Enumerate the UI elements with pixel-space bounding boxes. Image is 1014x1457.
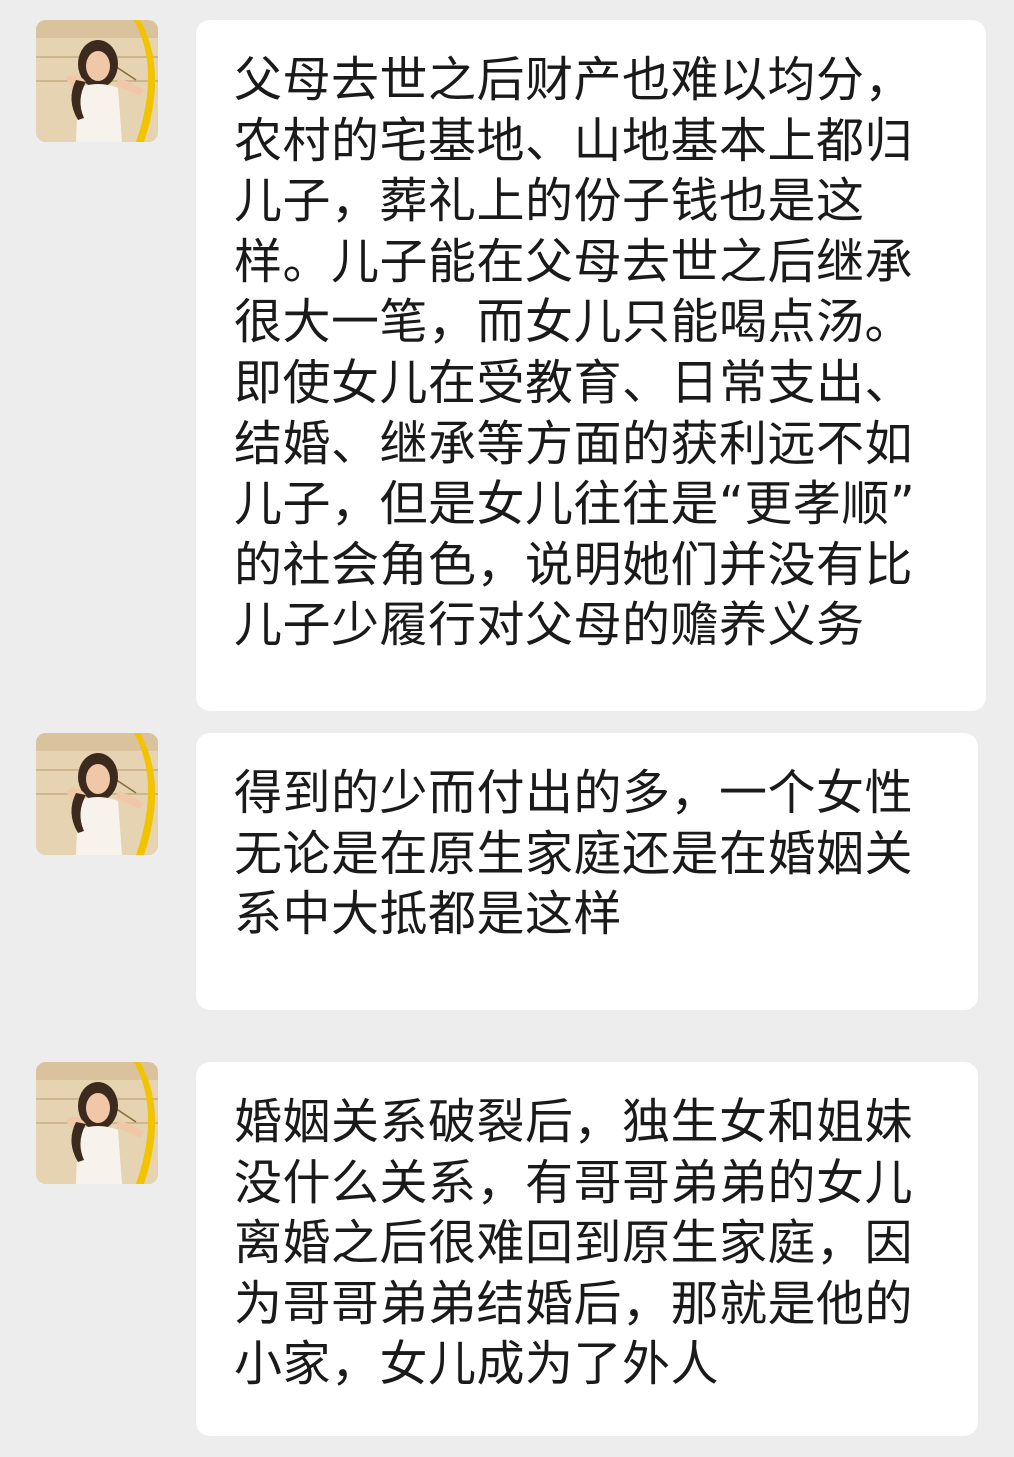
user-avatar[interactable] — [36, 733, 158, 855]
message-text: 婚姻关系破裂后，独生女和姐妹 没什么关系，有哥哥弟弟的女儿 离婚之后很难回到原生… — [234, 1094, 914, 1393]
message-bubble[interactable]: 得到的少而付出的多，一个女性 无论是在原生家庭还是在婚姻关 系中大抵都是这样 — [196, 733, 978, 1010]
message-text: 得到的少而付出的多，一个女性 无论是在原生家庭还是在婚姻关 系中大抵都是这样 — [234, 765, 914, 943]
user-avatar[interactable] — [36, 20, 158, 142]
message-bubble[interactable]: 婚姻关系破裂后，独生女和姐妹 没什么关系，有哥哥弟弟的女儿 离婚之后很难回到原生… — [196, 1062, 978, 1436]
message-bubble[interactable]: 父母去世之后财产也难以均分， 农村的宅基地、山地基本上都归 儿子，葬礼上的份子钱… — [196, 20, 986, 711]
avatar-photo-icon — [36, 733, 158, 855]
message-text: 父母去世之后财产也难以均分， 农村的宅基地、山地基本上都归 儿子，葬礼上的份子钱… — [234, 52, 916, 654]
user-avatar[interactable] — [36, 1062, 158, 1184]
avatar-photo-icon — [36, 1062, 158, 1184]
avatar-photo-icon — [36, 20, 158, 142]
